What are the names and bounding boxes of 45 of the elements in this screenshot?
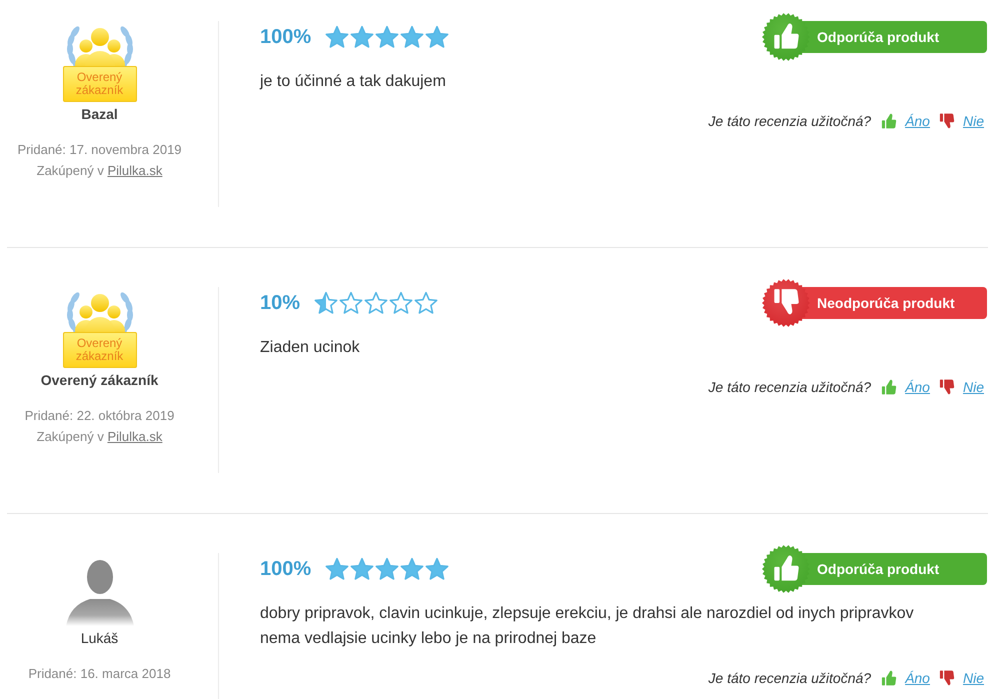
filled-star-icon [375,25,400,49]
thumbs-down-icon[interactable] [938,670,955,686]
purchase-note: Zakúpený v Pilulka.sk [36,428,162,446]
rating-percent: 100% [260,25,312,49]
filled-star-icon [325,25,350,49]
store-link[interactable]: Pilulka.sk [107,429,162,444]
thumbs-up-icon[interactable] [881,113,898,129]
filled-star-icon [400,557,424,581]
reviewer-name: Overený zákazník [40,371,158,389]
thumbs-up-seal-icon [762,13,810,61]
helpful-question: Je táto recenzia užitočná? [708,669,872,688]
purchase-note: Zakúpený v Pilulka.sk [36,162,162,180]
thumbs-down-seal-icon [762,279,810,327]
thumbs-up-icon[interactable] [881,670,898,686]
vote-down-link[interactable]: Nie [962,668,984,688]
half-star-icon [314,291,338,315]
rating-percent: 100% [260,557,312,581]
filled-star-icon [400,25,424,49]
date-added: Pridané: 16. marca 2018 [28,665,171,683]
helpful-question: Je táto recenzia užitočná? [708,378,872,397]
filled-star-icon [325,557,350,581]
vote-up-link[interactable]: Áno [905,668,930,688]
filled-star-icon [350,557,374,581]
review-text: je to účinné a tak dakujem [260,72,447,92]
reviewer-name: Lukáš [80,629,118,647]
vote-up-link[interactable]: Áno [905,377,930,397]
date-added: Pridané: 17. novembra 2019 [17,141,182,159]
review-text: Ziaden ucinok [260,338,361,358]
store-link[interactable]: Pilulka.sk [107,163,162,178]
vote-down-link[interactable]: Nie [962,111,984,131]
thumbs-down-icon[interactable] [938,113,955,129]
rating-percent: 10% [260,291,300,315]
filled-star-icon [375,557,400,581]
thumbs-down-icon[interactable] [938,379,955,395]
filled-star-icon [425,557,450,581]
vote-down-link[interactable]: Nie [962,377,984,397]
thumbs-up-icon[interactable] [881,379,898,395]
date-added: Pridané: 22. októbra 2019 [24,407,174,425]
review-text: dobry pripravok, clavin ucinkuje, zlepsuje erekciu, je drahsi ale narozdiel od inych pripravkov nema vedlajsie ucinky lebo je na prirodnej baze [260,604,915,649]
helpful-question: Je táto recenzia užitočná? [708,112,872,131]
filled-star-icon [350,25,374,49]
thumbs-up-seal-icon [762,545,810,593]
vote-up-link[interactable]: Áno [905,111,930,131]
filled-star-icon [425,25,450,49]
reviewer-name: Bazal [81,105,118,123]
